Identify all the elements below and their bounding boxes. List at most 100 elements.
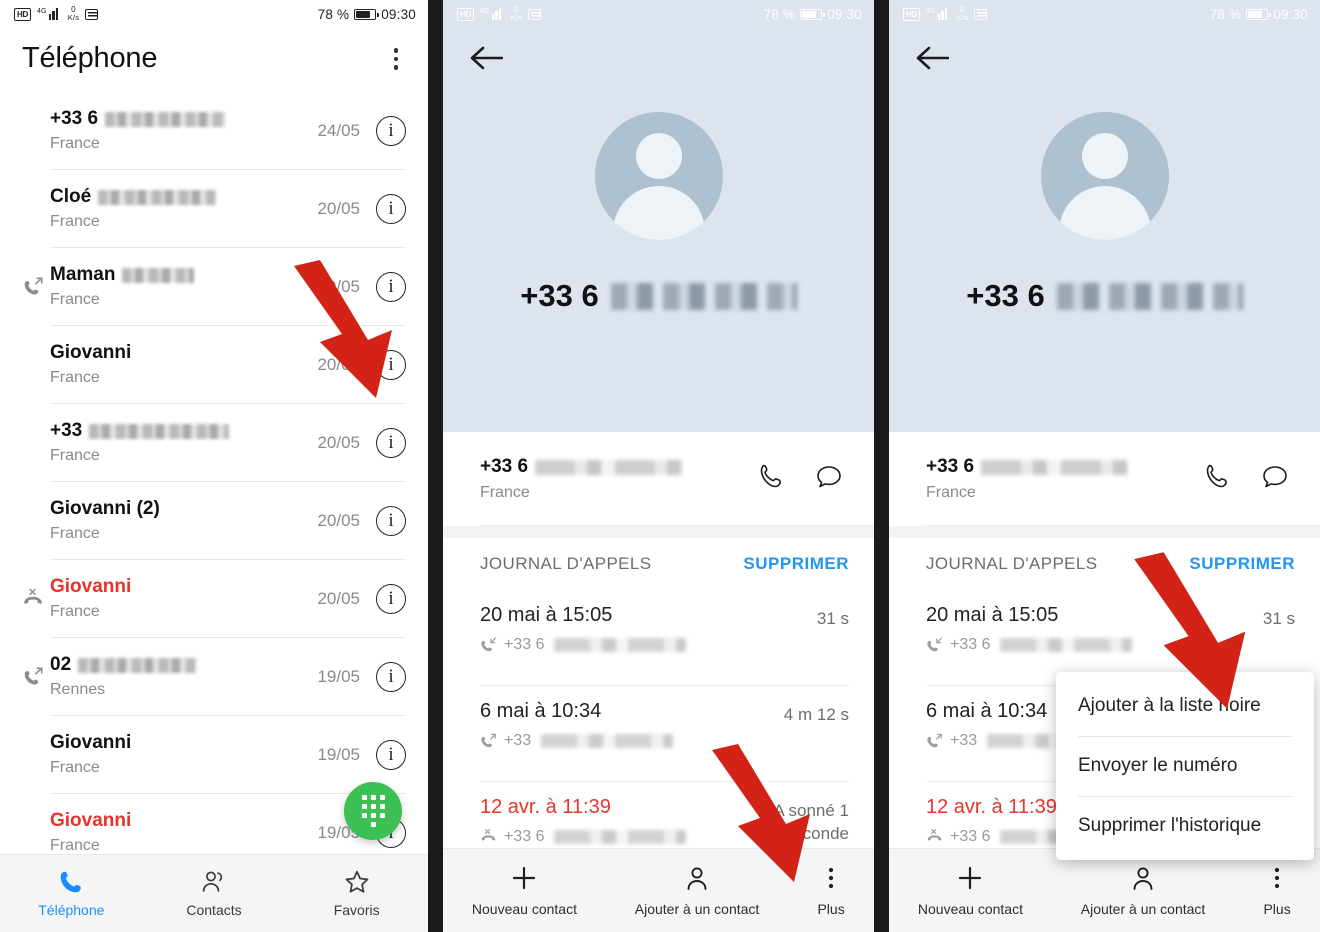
call-details-info-button[interactable]: i: [376, 349, 406, 380]
call-details-info-button[interactable]: i: [376, 193, 406, 224]
sim-card-icon: [974, 8, 988, 20]
back-arrow-icon[interactable]: [915, 44, 950, 77]
plus-icon: [959, 866, 982, 890]
contact-action-plus[interactable]: Nouveau contact: [472, 864, 577, 917]
contact-action-label: Nouveau contact: [471, 901, 577, 917]
nav-item-label: Téléphone: [38, 902, 105, 918]
sim-card-icon: [85, 8, 99, 20]
call-details-info-button[interactable]: i: [376, 739, 406, 770]
call-log-row[interactable]: +33 6 France 24/05 i: [0, 92, 428, 170]
network-type-label: 4G: [925, 8, 936, 15]
nav-item-contacts[interactable]: Contacts: [143, 869, 286, 918]
delete-journal-button[interactable]: SUPPRIMER: [743, 554, 849, 574]
contact-number-prefix: +33 6: [966, 278, 1045, 313]
network-speed-indicator: 0 K/s: [957, 6, 968, 22]
caller-region: France: [50, 291, 100, 308]
missed-call-icon: [481, 828, 496, 841]
call-date: 19/05: [317, 744, 360, 764]
call-journal-row[interactable]: 20 mai à 15:05 +33 6 31 s: [443, 590, 874, 686]
call-duration: A sonné 1 seconde: [773, 801, 849, 843]
message-bubble-icon[interactable]: [814, 462, 844, 497]
caller-name: +33 6: [50, 108, 317, 130]
battery-percent-label: 78 %: [763, 6, 796, 22]
caller-region: France: [50, 135, 100, 152]
caller-name: Giovanni: [50, 732, 132, 753]
outgoing-call-icon: [24, 667, 43, 685]
call-duration: 31 s: [816, 609, 849, 628]
incoming-call-icon: [927, 636, 943, 651]
phone-app-call-log-screen: HD 4G 0 K/s 78 % 09:30 Téléphone +33 6 F…: [0, 0, 428, 932]
call-log-row[interactable]: 02 Rennes 19/05 i: [0, 638, 428, 716]
call-type-icon: [22, 276, 50, 298]
contact-number-value: +33 6: [480, 456, 756, 478]
contact-number-text: +33 6 France: [480, 456, 756, 502]
call-date: 20/05: [317, 198, 360, 218]
call-log-row-text: Giovanni France: [22, 810, 317, 855]
contact-action-kebab-menu[interactable]: Plus: [817, 864, 845, 917]
menu-item-3[interactable]: Supprimer l'historique: [1056, 796, 1314, 856]
contact-quick-actions: [756, 462, 844, 497]
back-arrow-icon[interactable]: [469, 44, 504, 77]
dialpad-fab-button[interactable]: [344, 782, 402, 840]
phone-call-icon[interactable]: [1202, 462, 1232, 497]
call-journal-header: JOURNAL D'APPELS SUPPRIMER: [889, 538, 1320, 590]
default-avatar-icon: [1040, 112, 1169, 240]
contact-action-person[interactable]: Ajouter à un contact: [635, 864, 759, 917]
caller-name: Giovanni: [50, 342, 132, 363]
call-log-row[interactable]: Giovanni (2) France 20/05 i: [0, 482, 428, 560]
call-log-row-text: +33 France: [22, 420, 317, 465]
contact-action-label: Plus: [1263, 901, 1291, 917]
hd-voice-icon: HD: [903, 7, 920, 21]
contact-number-row[interactable]: +33 6 France: [889, 432, 1320, 526]
call-log-row-text: Giovanni France: [22, 342, 317, 387]
redacted-number-blur: [1000, 638, 1133, 652]
call-details-info-button[interactable]: i: [376, 271, 406, 302]
contact-hero-header: HD 4G 0 K/s 78 % 09:30 +33 6: [443, 0, 874, 432]
page-title: Téléphone: [22, 42, 158, 75]
incoming-call-icon: [481, 636, 497, 651]
kebab-menu-icon: [828, 867, 834, 889]
call-log-row[interactable]: Cloé France 20/05 i: [0, 170, 428, 248]
call-log-row-text: Giovanni (2) France: [22, 498, 317, 543]
redacted-name-blur: [122, 267, 195, 283]
call-log-row[interactable]: Giovanni France 20/05 i: [0, 560, 428, 638]
call-journal-row-text: 6 mai à 10:34 +33: [480, 700, 784, 750]
call-type-icon: [22, 666, 50, 688]
nav-item-tlphone[interactable]: Téléphone: [0, 869, 143, 918]
phone-call-icon[interactable]: [756, 462, 786, 497]
call-log-row[interactable]: Giovanni France 20/05 i: [0, 326, 428, 404]
call-datetime: 12 avr. à 11:39: [480, 796, 611, 818]
network-speed-unit: K/s: [67, 13, 80, 23]
call-log-row[interactable]: Maman France 20/05 i: [0, 248, 428, 326]
contact-region-label: France: [480, 484, 530, 501]
menu-item-2[interactable]: Envoyer le numéro: [1056, 736, 1314, 796]
kebab-menu-icon[interactable]: [386, 42, 407, 76]
call-details-info-button[interactable]: i: [376, 115, 406, 146]
contact-action-person[interactable]: Ajouter à un contact: [1081, 864, 1205, 917]
call-details-info-button[interactable]: i: [376, 583, 406, 614]
person-icon: [1133, 867, 1153, 890]
clock-label: 09:30: [381, 6, 416, 22]
call-duration: 31 s: [1262, 609, 1295, 628]
nav-item-favoris[interactable]: Favoris: [285, 869, 428, 918]
message-bubble-icon[interactable]: [1260, 462, 1290, 497]
menu-item-1[interactable]: Ajouter à la liste noire: [1056, 676, 1314, 736]
call-details-info-button[interactable]: i: [376, 427, 406, 458]
contact-action-kebab-menu[interactable]: Plus: [1263, 864, 1291, 917]
outgoing-call-icon: [481, 733, 496, 747]
call-details-info-button[interactable]: i: [376, 505, 406, 536]
call-date: 20/05: [317, 588, 360, 608]
call-journal-row[interactable]: 6 mai à 10:34 +33 4 m 12 s: [443, 686, 874, 782]
contact-hero-header: HD 4G 0 K/s 78 % 09:30 +33 6: [889, 0, 1320, 432]
panel-divider-1: [428, 0, 443, 932]
contact-number-row[interactable]: +33 6 France: [443, 432, 874, 526]
nav-item-label: Favoris: [333, 902, 380, 918]
delete-journal-button[interactable]: SUPPRIMER: [1189, 554, 1295, 574]
call-number: +33: [504, 732, 532, 749]
contact-number-text: +33 6 France: [926, 456, 1202, 502]
call-log-row[interactable]: +33 France 20/05 i: [0, 404, 428, 482]
call-details-info-button[interactable]: i: [376, 661, 406, 692]
call-log-row[interactable]: Giovanni France 19/05 i: [0, 716, 428, 794]
contact-action-plus[interactable]: Nouveau contact: [918, 864, 1023, 917]
call-date: 20/05: [317, 354, 360, 374]
